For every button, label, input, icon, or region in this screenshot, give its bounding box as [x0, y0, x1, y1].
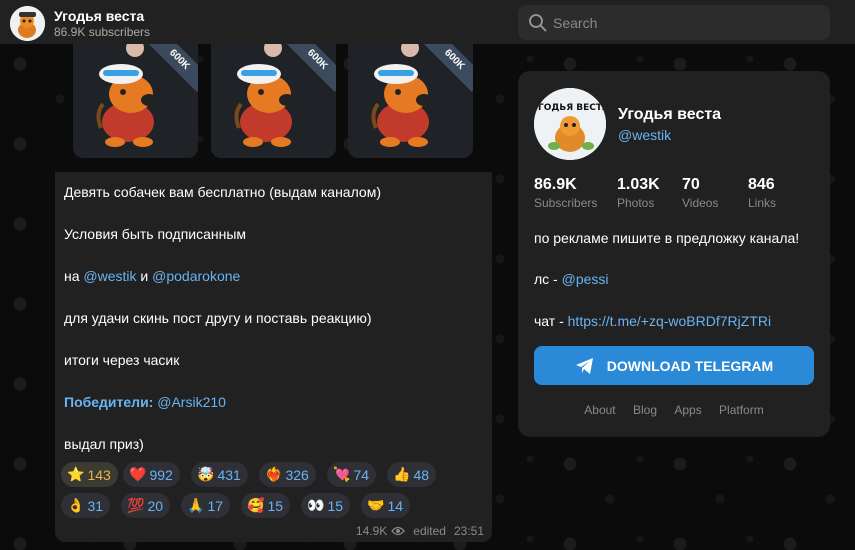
stat-links[interactable]: 846 Links: [748, 176, 776, 210]
reaction-count: 14: [387, 497, 404, 514]
search-icon: [529, 14, 547, 32]
handshake-icon: 🤝: [367, 497, 385, 513]
star-icon: ⭐: [67, 466, 85, 482]
search-input[interactable]: [552, 5, 822, 40]
reaction-ok-hand[interactable]: 👌 31: [61, 493, 111, 518]
mention-link[interactable]: @pessi: [562, 271, 609, 287]
reaction-count: 48: [413, 466, 430, 483]
link-apps[interactable]: Apps: [674, 403, 701, 417]
media-tile[interactable]: 600K: [348, 44, 473, 158]
stat-label: Videos: [682, 196, 719, 210]
card-description: по рекламе пишите в предложку канала!: [534, 230, 800, 246]
stat-label: Links: [748, 196, 777, 210]
link-about[interactable]: About: [584, 403, 615, 417]
reaction-smiling-hearts[interactable]: 🥰 15: [241, 493, 291, 518]
stat-value: 70: [682, 176, 700, 193]
reaction-thumbs-up[interactable]: 👍 48: [387, 462, 437, 487]
card-text: чат -: [534, 313, 568, 329]
avatar-text: УГОДЬЯ ВЕСТА: [534, 103, 606, 113]
pray-icon: 🙏: [187, 497, 205, 513]
chat-invite-link[interactable]: https://t.me/+zq-woBRDf7RjZTRi: [568, 313, 771, 329]
link-platform[interactable]: Platform: [719, 403, 764, 417]
reaction-star[interactable]: ⭐ 143: [61, 462, 118, 487]
reaction-count: 74: [353, 466, 370, 483]
reaction-count: 15: [267, 497, 284, 514]
post-text-line: итоги через часик: [64, 352, 180, 368]
search-box[interactable]: [518, 5, 830, 40]
download-button-label: DOWNLOAD TELEGRAM: [606, 357, 774, 374]
reaction-count: 431: [217, 466, 241, 483]
channel-avatar-large: УГОДЬЯ ВЕСТА: [534, 88, 606, 160]
smiling-hearts-icon: 🥰: [247, 497, 265, 513]
reaction-eyes[interactable]: 👀 15: [301, 493, 351, 518]
post-text-line: Победители: @Arsik210: [64, 394, 226, 410]
reaction-heart[interactable]: ❤️ 992: [123, 462, 180, 487]
post-text: и: [136, 268, 153, 284]
thumbs-up-icon: 👍: [393, 466, 411, 482]
hundred-icon: 💯: [127, 497, 145, 513]
heart-icon: ❤️: [129, 466, 147, 482]
view-count: 14.9K: [355, 524, 388, 538]
reaction-hundred[interactable]: 💯 20: [121, 493, 171, 518]
post-text-line: Девять собачек вам бесплатно (выдам кана…: [64, 184, 381, 200]
header-channel-title[interactable]: Угодья веста: [54, 8, 144, 24]
heart-on-fire-icon: ❤️‍🔥: [265, 466, 283, 482]
reaction-mind-blown[interactable]: 🤯 431: [191, 462, 248, 487]
post-message: Девять собачек вам бесплатно (выдам кана…: [55, 172, 492, 542]
card-channel-name: Угодья веста: [618, 106, 722, 123]
footer-links: About Blog Apps Platform: [518, 403, 830, 417]
top-bar: Угодья веста 86.9K subscribers: [0, 0, 855, 44]
edited-label: edited: [413, 524, 446, 538]
reaction-count: 20: [147, 497, 164, 514]
post-text: на: [64, 268, 84, 284]
mention-link[interactable]: @Arsik210: [157, 394, 226, 410]
post-text-line: Условия быть подписанным: [64, 226, 247, 242]
stat-value: 1.03K: [617, 176, 660, 193]
post-time: 23:51: [453, 524, 484, 538]
reaction-count: 15: [327, 497, 344, 514]
channel-info-card: УГОДЬЯ ВЕСТА Угодья веста @westik 86.9K …: [518, 71, 830, 437]
stat-value: 86.9K: [534, 176, 577, 193]
post-text-line: на @westik и @podarokone: [64, 268, 240, 284]
eye-icon: [391, 526, 406, 536]
telegram-icon: [575, 357, 593, 374]
header-subscriber-count: 86.9K subscribers: [54, 25, 151, 39]
reaction-count: 31: [87, 497, 104, 514]
post-meta: 14.9K edited 23:51: [356, 524, 484, 538]
reaction-handshake[interactable]: 🤝 14: [361, 493, 411, 518]
stat-label: Photos: [617, 196, 655, 210]
stat-videos[interactable]: 70 Videos: [682, 176, 718, 210]
media-tile[interactable]: 600K: [211, 44, 336, 158]
link-blog[interactable]: Blog: [633, 403, 657, 417]
channel-avatar[interactable]: [10, 6, 45, 41]
download-telegram-button[interactable]: DOWNLOAD TELEGRAM: [534, 346, 814, 385]
mind-blown-icon: 🤯: [197, 466, 215, 482]
post-text-line: выдал приз): [64, 436, 144, 452]
mention-link[interactable]: @podarokone: [152, 268, 240, 284]
eyes-icon: 👀: [307, 497, 325, 513]
reaction-count: 143: [87, 466, 111, 483]
heart-arrow-icon: 💘: [333, 466, 351, 482]
stat-photos[interactable]: 1.03K Photos: [617, 176, 660, 210]
reaction-heart-arrow[interactable]: 💘 74: [327, 462, 377, 487]
card-channel-handle[interactable]: @westik: [618, 127, 671, 143]
reaction-pray[interactable]: 🙏 17: [181, 493, 231, 518]
reaction-count: 326: [285, 466, 309, 483]
mention-link[interactable]: @westik: [83, 268, 136, 284]
card-text: лс -: [534, 271, 562, 287]
stat-label: Subscribers: [534, 196, 598, 210]
media-tile[interactable]: 600K: [73, 44, 198, 158]
post-text-line: для удачи скинь пост другу и поставь реа…: [64, 310, 372, 326]
winners-label: Победители:: [64, 394, 154, 410]
card-description: лс - @pessi: [534, 271, 609, 287]
reaction-count: 17: [207, 497, 224, 514]
ok-hand-icon: 👌: [67, 497, 85, 513]
reaction-count: 992: [149, 466, 173, 483]
stat-subscribers: 86.9K Subscribers: [534, 176, 597, 210]
reaction-heart-on-fire[interactable]: ❤️‍🔥 326: [259, 462, 316, 487]
stat-value: 846: [748, 176, 775, 193]
card-description: чат - https://t.me/+zq-woBRDf7RjZTRi: [534, 313, 771, 329]
